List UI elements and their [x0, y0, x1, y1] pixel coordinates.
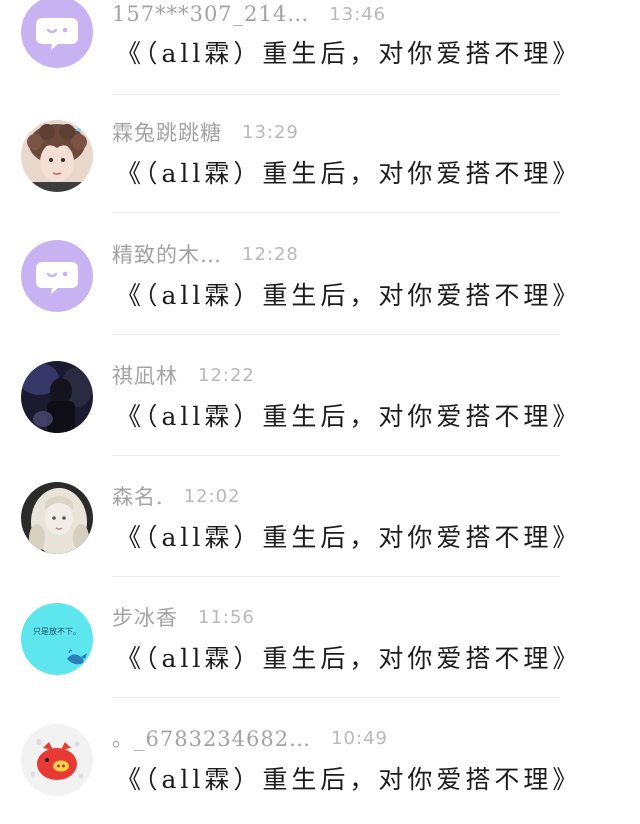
comment-list: 157***307_214… 13:46 《（all霖）重生后，对你爱搭不理》	[0, 0, 640, 824]
avatar[interactable]	[21, 482, 93, 554]
timestamp: 10:49	[331, 727, 388, 749]
dark-stage-photo	[21, 361, 93, 433]
comment-meta: 步冰香 11:56	[112, 603, 255, 631]
comment-meta: 。_6783234682… 10:49	[112, 724, 388, 752]
username[interactable]: 霖兔跳跳糖	[112, 117, 222, 147]
comment-text: 《（all霖）重生后，对你爱搭不理》	[116, 281, 582, 310]
comment-item[interactable]: 霖兔跳跳糖 13:29 《（all霖）重生后，对你爱搭不理》	[0, 118, 640, 239]
timestamp: 13:29	[242, 121, 299, 143]
avatar[interactable]	[21, 120, 93, 192]
timestamp: 12:28	[242, 243, 299, 265]
username[interactable]: 祺凪林	[112, 360, 178, 390]
timestamp: 11:56	[198, 606, 255, 628]
comment-meta: 森名. 12:02	[112, 482, 241, 510]
timestamp: 12:22	[198, 364, 255, 386]
comment-text: 《（all霖）重生后，对你爱搭不理》	[116, 159, 582, 188]
avatar[interactable]	[21, 240, 93, 312]
divider	[112, 212, 560, 213]
username[interactable]: 157***307_214…	[112, 2, 309, 26]
username[interactable]: 精致的木…	[112, 239, 222, 269]
comment-item[interactable]: 森名. 12:02 《（all霖）重生后，对你爱搭不理》	[0, 482, 640, 603]
comment-meta: 157***307_214… 13:46	[112, 0, 386, 28]
timestamp: 13:46	[329, 3, 387, 25]
avatar[interactable]: 只是放不下。	[21, 603, 93, 675]
username[interactable]: 。_6783234682…	[112, 723, 311, 753]
default-purple-icon	[21, 240, 93, 312]
default-purple-icon	[21, 0, 93, 68]
comment-text: 《（all霖）重生后，对你爱搭不理》	[116, 765, 582, 794]
avatar[interactable]	[21, 0, 93, 68]
username[interactable]: 森名.	[112, 481, 164, 511]
avatar-text: 只是放不下。	[33, 626, 81, 636]
cyan-text-whale-image: 只是放不下。	[21, 603, 93, 675]
curly-hair-boy-photo	[21, 120, 93, 192]
comment-item[interactable]: 祺凪林 12:22 《（all霖）重生后，对你爱搭不理》	[0, 361, 640, 482]
comment-item[interactable]: 。_6783234682… 10:49 《（all霖）重生后，对你爱搭不理》	[0, 724, 640, 824]
comment-meta: 霖兔跳跳糖 13:29	[112, 118, 299, 146]
comment-text: 《（all霖）重生后，对你爱搭不理》	[116, 402, 582, 431]
comment-meta: 精致的木… 12:28	[112, 240, 299, 268]
divider	[112, 94, 560, 95]
timestamp: 12:02	[183, 485, 241, 507]
divider	[112, 334, 560, 335]
comment-meta: 祺凪林 12:22	[112, 361, 255, 389]
comment-text: 《（all霖）重生后，对你爱搭不理》	[116, 523, 582, 552]
username[interactable]: 步冰香	[112, 602, 178, 632]
comment-text: 《（all霖）重生后，对你爱搭不理》	[116, 39, 582, 68]
divider	[112, 455, 560, 456]
blonde-girl-photo	[21, 482, 93, 554]
divider	[112, 576, 560, 577]
divider	[112, 697, 560, 698]
comment-text: 《（all霖）重生后，对你爱搭不理》	[116, 644, 582, 673]
comment-item[interactable]: 精致的木… 12:28 《（all霖）重生后，对你爱搭不理》	[0, 240, 640, 361]
avatar[interactable]	[21, 361, 93, 433]
comment-item[interactable]: 157***307_214… 13:46 《（all霖）重生后，对你爱搭不理》	[0, 0, 640, 121]
comment-item[interactable]: 只是放不下。 步冰香 11:56 《（all霖）重生后，对你爱搭不理》	[0, 603, 640, 724]
avatar[interactable]	[21, 724, 93, 796]
red-pig-icon	[21, 724, 93, 796]
